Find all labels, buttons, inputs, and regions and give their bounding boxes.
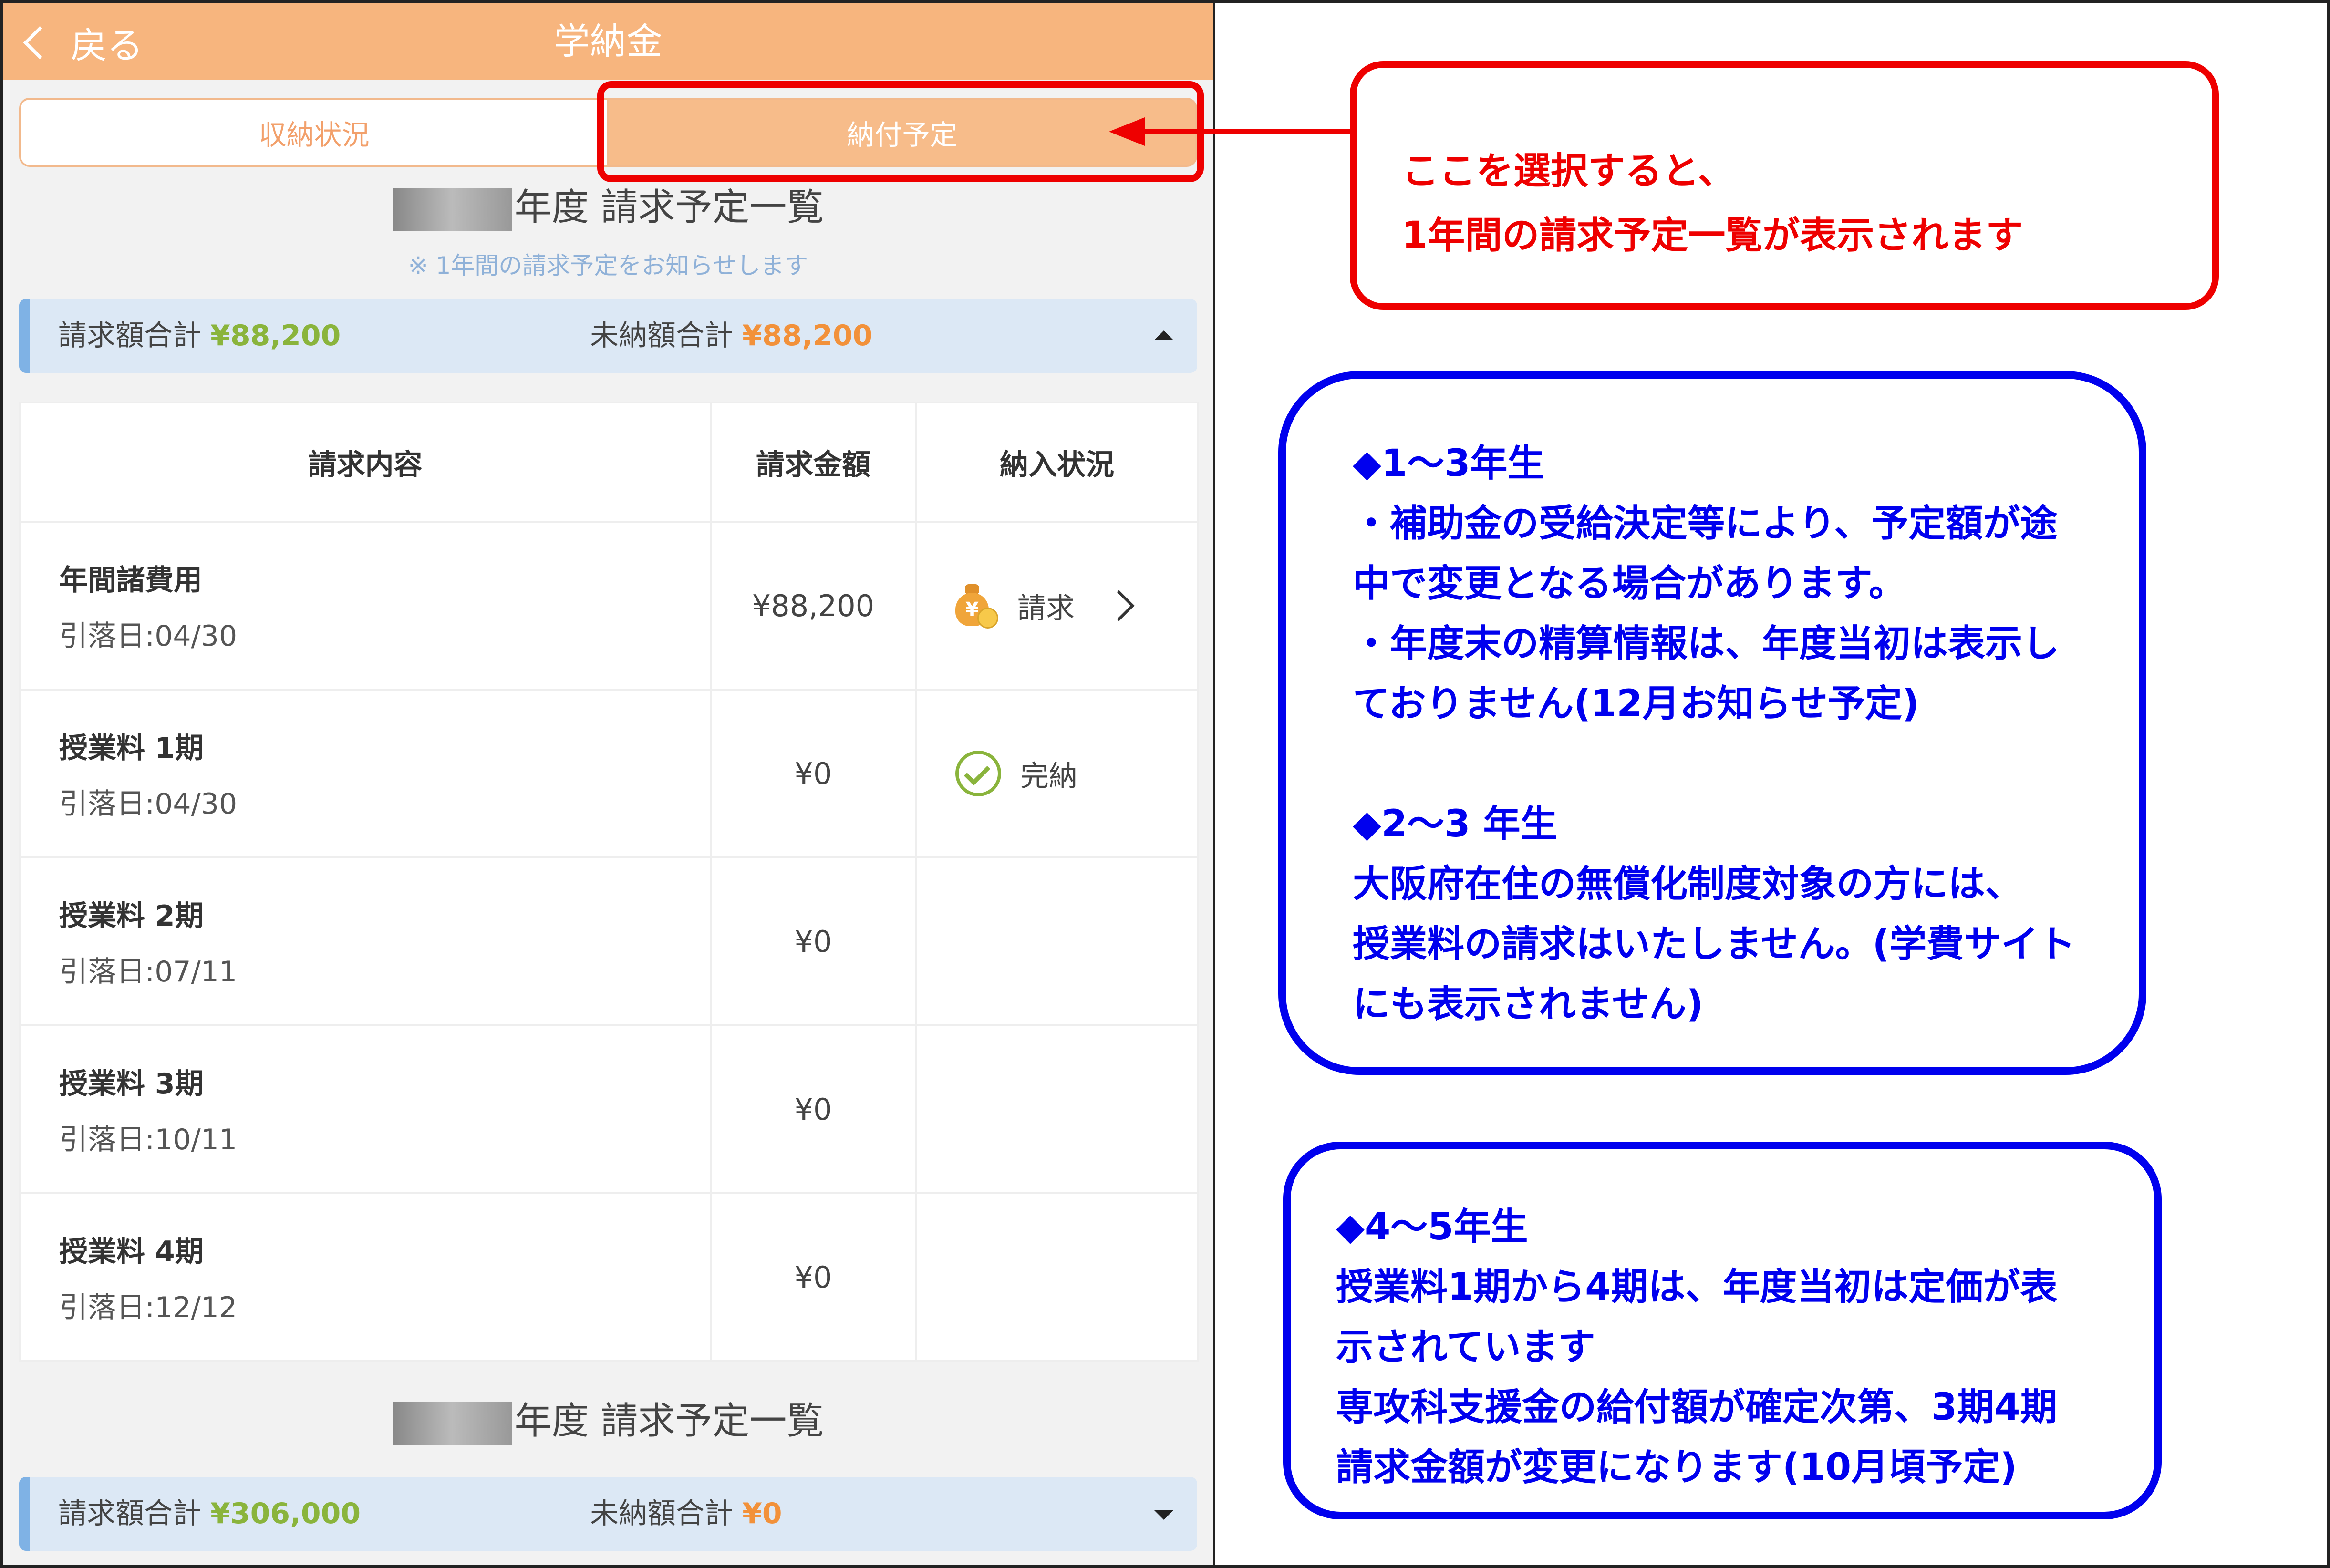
unpaid-total-value: ¥88,200 xyxy=(742,319,873,352)
item-date: 引落日:07/11 xyxy=(59,955,238,989)
item-name: 年間諸費用 xyxy=(59,564,202,597)
callout-blue-years-1-3: ◆1～3年生 ・補助金の受給決定等により、予定額が途 中で変更となる場合がありま… xyxy=(1278,371,2146,1075)
chevron-left-icon xyxy=(23,26,57,59)
tab-payment-status[interactable]: 収納状況 xyxy=(19,98,609,167)
back-label: 戻る xyxy=(71,24,143,67)
money-bag-icon: ¥ xyxy=(955,583,998,629)
arrow-shaft xyxy=(1142,129,1219,134)
status-cell xyxy=(915,1024,1199,1194)
item-date: 引落日:10/11 xyxy=(59,1123,238,1156)
redacted-year xyxy=(392,188,512,231)
app-screen: 学納金 戻る 収納状況 納付予定 年度 請求予定一覧 ※ 1年間の請求予定をお知… xyxy=(3,3,1213,1565)
item-name: 授業料 4期 xyxy=(59,1235,204,1269)
unpaid-total-value: ¥0 xyxy=(742,1497,782,1530)
billed-total: 請求額合計 ¥306,000 xyxy=(58,1497,361,1530)
status-label: 請求 xyxy=(1017,591,1075,625)
billed-total: 請求額合計 ¥88,200 xyxy=(58,319,341,352)
table-header-row: 請求内容 請求金額 納入状況 xyxy=(19,402,1199,523)
table-row: 授業料 1期 引落日:04/30 ¥0 完納 xyxy=(19,689,1199,858)
item-amount: ¥0 xyxy=(710,1192,917,1362)
item-amount: ¥0 xyxy=(710,1024,917,1194)
item-date: 引落日:04/30 xyxy=(59,787,238,821)
item-amount: ¥0 xyxy=(710,856,917,1026)
item-amount: ¥88,200 xyxy=(710,521,917,691)
redacted-year xyxy=(392,1402,512,1445)
summary-bar-2[interactable]: 請求額合計 ¥306,000 未納額合計 ¥0 xyxy=(19,1477,1197,1551)
section-title-text: 年度 請求予定一覧 xyxy=(514,1400,824,1443)
table-row: 授業料 4期 引落日:12/12 ¥0 xyxy=(19,1192,1199,1362)
page-title: 学納金 xyxy=(554,20,663,62)
arrow-left-icon xyxy=(1109,117,1145,146)
callout-red: ここを選択すると、 1年間の請求予定一覧が表示されます xyxy=(1350,61,2219,310)
back-button[interactable]: 戻る xyxy=(18,14,143,71)
item-date: 引落日:12/12 xyxy=(59,1291,238,1324)
status-cell xyxy=(915,856,1199,1026)
check-circle-icon xyxy=(955,751,1001,796)
chevron-right-icon[interactable] xyxy=(1103,590,1135,621)
billed-total-value: ¥306,000 xyxy=(210,1497,361,1530)
billed-total-value: ¥88,200 xyxy=(210,319,341,352)
table-row: 授業料 3期 引落日:10/11 ¥0 xyxy=(19,1024,1199,1194)
item-date: 引落日:04/30 xyxy=(59,619,238,653)
item-amount: ¥0 xyxy=(710,689,917,858)
section-title-text: 年度 請求予定一覧 xyxy=(514,186,824,229)
unpaid-total: 未納額合計 ¥88,200 xyxy=(590,319,873,352)
status-cell xyxy=(915,1192,1199,1362)
item-name: 授業料 2期 xyxy=(59,899,204,933)
status-label: 完納 xyxy=(1020,759,1077,793)
expand-caret-icon[interactable] xyxy=(1154,1510,1173,1520)
top-bar: 学納金 戻る xyxy=(3,3,1213,80)
table-row[interactable]: 年間諸費用 引落日:04/30 ¥88,200 ¥ 請求 xyxy=(19,521,1199,691)
table-row: 授業料 2期 引落日:07/11 ¥0 xyxy=(19,856,1199,1026)
unpaid-total: 未納額合計 ¥0 xyxy=(590,1497,782,1530)
callout-blue-years-4-5: ◆4～5年生 授業料1期から4期は、年度当初は定価が表 示されています 専攻科支… xyxy=(1283,1142,2162,1519)
item-name: 授業料 3期 xyxy=(59,1067,204,1101)
col-header-amount: 請求金額 xyxy=(710,402,917,523)
status-cell: 完納 xyxy=(917,751,1197,796)
summary-bar-1[interactable]: 請求額合計 ¥88,200 未納額合計 ¥88,200 xyxy=(19,299,1197,373)
schedule-note: ※ 1年間の請求予定をお知らせします xyxy=(408,252,808,279)
status-cell: ¥ 請求 xyxy=(917,583,1197,629)
arrow-shaft xyxy=(1212,129,1355,134)
item-name: 授業料 1期 xyxy=(59,732,204,765)
section-title-1: 年度 請求予定一覧 xyxy=(3,177,1213,231)
billing-table: 請求内容 請求金額 納入状況 年間諸費用 引落日:04/30 ¥88,200 ¥… xyxy=(19,402,1199,1362)
col-header-status: 納入状況 xyxy=(915,402,1199,523)
col-header-content: 請求内容 xyxy=(19,402,712,523)
collapse-caret-icon[interactable] xyxy=(1154,330,1173,340)
section-title-2: 年度 請求予定一覧 xyxy=(3,1391,1213,1445)
